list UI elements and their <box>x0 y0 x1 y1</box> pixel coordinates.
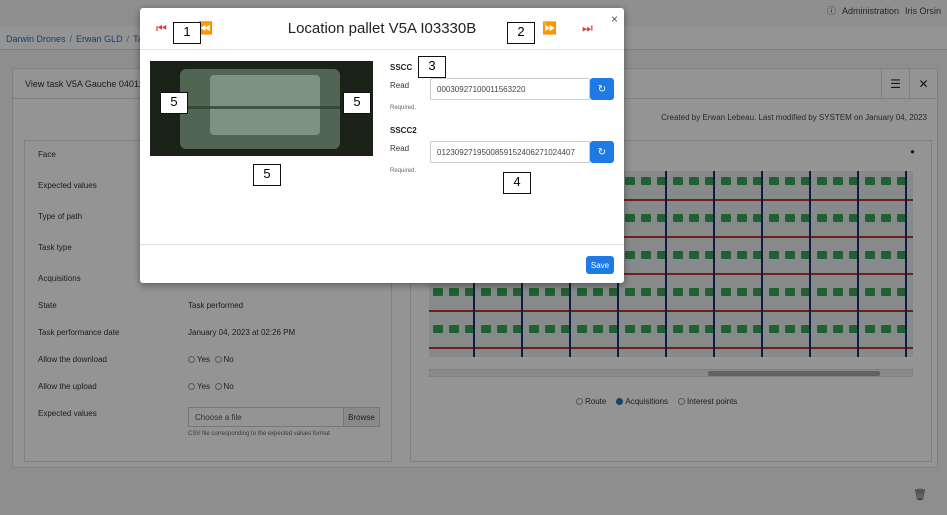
sscc2-label: SSCC2 <box>390 126 417 135</box>
annotation-5-right: 5 <box>343 92 371 114</box>
sscc-read-label: Read <box>390 81 410 90</box>
save-button[interactable]: Save <box>586 256 614 274</box>
refresh-icon: ↻ <box>597 146 607 158</box>
annotation-5-left: 5 <box>160 92 188 114</box>
annotation-1: 1 <box>173 22 201 44</box>
last-red-icon[interactable]: ⏭ <box>582 22 593 34</box>
sscc-label: SSCC <box>390 63 413 72</box>
sscc-required-text: Required. <box>390 105 417 111</box>
sscc-input[interactable]: 00030927100011563220 <box>430 78 590 100</box>
annotation-3: 3 <box>418 56 446 78</box>
next-gray-icon[interactable]: ⏩ <box>542 22 557 34</box>
annotation-5-bottom: 5 <box>253 164 281 186</box>
sscc2-refresh-button[interactable]: ↻ <box>590 141 614 163</box>
annotation-4: 4 <box>503 172 531 194</box>
modal-header: ⏮ ⏪ Location pallet V5A I03330B ⏩ ⏭ × <box>140 8 624 50</box>
sscc-refresh-button[interactable]: ↻ <box>590 78 614 100</box>
sscc2-input[interactable]: 0123092719500859152406271024407 <box>430 141 590 163</box>
refresh-icon: ↻ <box>597 83 607 95</box>
photo-band <box>180 106 340 109</box>
annotation-2: 2 <box>507 22 535 44</box>
modal-close-icon[interactable]: × <box>611 12 618 26</box>
sscc2-read-label: Read <box>390 144 410 153</box>
modal-footer-divider <box>140 244 624 245</box>
sscc2-required-text: Required. <box>390 168 417 174</box>
photo-highlight-inner <box>210 75 320 135</box>
pallet-modal: ⏮ ⏪ Location pallet V5A I03330B ⏩ ⏭ × SS… <box>140 8 624 283</box>
